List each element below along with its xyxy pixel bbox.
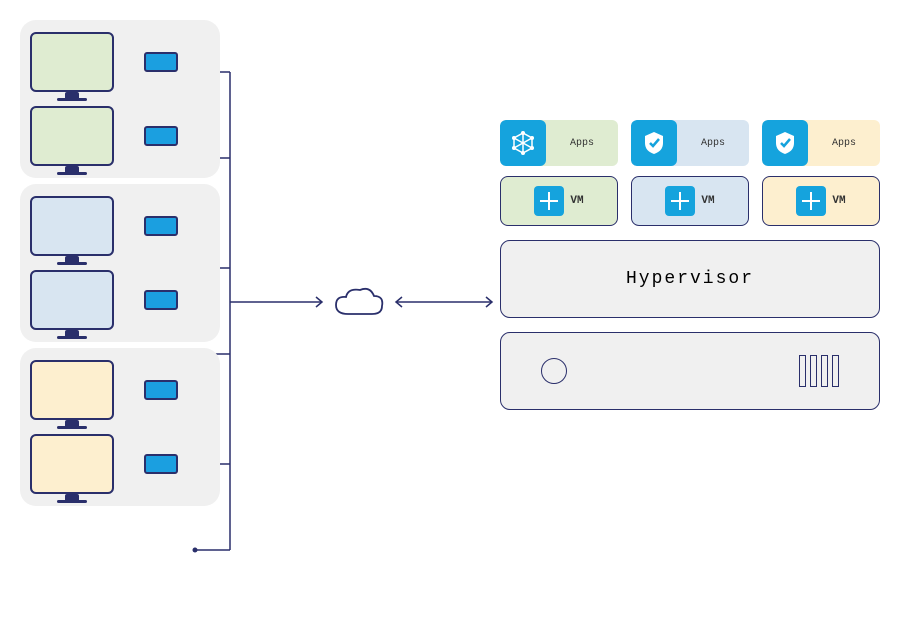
client-group-green [20,20,220,178]
app-label: Apps [808,120,880,166]
shield-check-icon [762,120,808,166]
apps-row: Apps Apps Apps [500,120,880,166]
app-label: Apps [546,120,618,166]
nic-icon [144,290,178,310]
vents-icon [799,355,839,387]
client-group-cream [20,348,220,506]
windows-icon [534,186,564,216]
app-pair: Apps [762,120,880,166]
clients-column [20,20,220,512]
nic-icon [144,216,178,236]
monitor-icon [30,196,114,256]
client-group-blue [20,184,220,342]
client-row [30,196,210,256]
monitor-icon [30,106,114,166]
vm-box: VM [631,176,749,226]
vm-label: VM [832,195,845,207]
app-label: Apps [677,120,749,166]
windows-icon [796,186,826,216]
app-pair: Apps [631,120,749,166]
integration-icon [500,120,546,166]
server-hardware [500,332,880,410]
vm-label: VM [701,195,714,207]
monitor-icon [30,360,114,420]
client-row [30,360,210,420]
vm-box: VM [500,176,618,226]
hypervisor-box: Hypervisor [500,240,880,318]
monitor-icon [30,32,114,92]
power-indicator-icon [541,358,567,384]
app-pair: Apps [500,120,618,166]
cloud-icon [330,284,386,320]
client-row [30,106,210,166]
monitor-icon [30,270,114,330]
client-row [30,434,210,494]
monitor-icon [30,434,114,494]
vm-box: VM [762,176,880,226]
hypervisor-label: Hypervisor [626,269,754,289]
vm-row: VM VM VM [500,176,880,226]
shield-check-icon [631,120,677,166]
nic-icon [144,52,178,72]
nic-icon [144,454,178,474]
client-row [30,32,210,92]
windows-icon [665,186,695,216]
nic-icon [144,380,178,400]
server-stack: Apps Apps Apps VM [500,120,880,410]
nic-icon [144,126,178,146]
client-row [30,270,210,330]
vm-label: VM [570,195,583,207]
